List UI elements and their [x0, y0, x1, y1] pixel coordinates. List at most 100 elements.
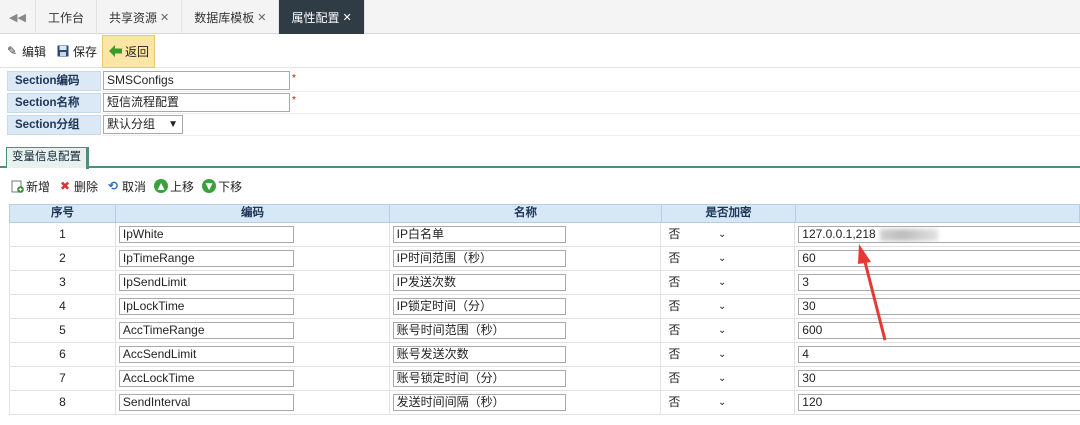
move-down-label: 下移	[218, 179, 243, 194]
cancel-button[interactable]: ⟲ 取消	[106, 178, 146, 195]
encrypted-value: 否	[668, 227, 681, 241]
value-cell: 3	[795, 271, 1080, 294]
encrypted-value: 否	[668, 275, 681, 289]
form-row-code: Section编码 SMSConfigs *	[0, 70, 1080, 92]
value-cell: 120	[795, 391, 1080, 414]
value-input[interactable]: 60	[798, 250, 1080, 267]
code-input[interactable]: AccTimeRange	[118, 322, 294, 339]
section-code-input[interactable]: SMSConfigs	[103, 71, 290, 90]
value-input[interactable]: 3	[798, 274, 1080, 291]
name-input[interactable]: IP白名单	[392, 226, 566, 243]
chevron-down-icon: ⌄	[718, 349, 727, 360]
tab-database-template[interactable]: 数据库模板 ✕	[182, 0, 280, 34]
back-button[interactable]: 返回	[102, 34, 156, 68]
code-input[interactable]: SendInterval	[118, 394, 294, 411]
encrypted-select[interactable]: 否 ⌄	[664, 226, 728, 243]
value-cell: 4	[795, 343, 1080, 366]
required-mark: *	[292, 95, 296, 106]
encrypted-select[interactable]: 否 ⌄	[664, 370, 728, 387]
code-input[interactable]: IpLockTime	[118, 298, 294, 315]
value-text: 120	[802, 395, 823, 409]
value-cell: 30	[795, 295, 1080, 318]
encrypted-select[interactable]: 否 ⌄	[664, 298, 728, 315]
tab-property-config[interactable]: 属性配置 ✕	[279, 0, 365, 34]
name-input[interactable]: 账号锁定时间（分）	[392, 370, 566, 387]
name-input[interactable]: 发送时间间隔（秒）	[392, 394, 566, 411]
grid-header: 序号 编码 名称 是否加密	[9, 204, 1080, 223]
encrypted-value: 否	[668, 323, 681, 337]
section-name-label: Section名称	[7, 93, 101, 113]
grid-toolbar: 新增 ✖ 删除 ⟲ 取消 ▲ 上移 ▼ 下移	[0, 172, 1080, 200]
move-down-button[interactable]: ▼ 下移	[202, 178, 242, 195]
encrypted-select[interactable]: 否 ⌄	[664, 394, 728, 411]
value-input[interactable]: 4	[798, 346, 1080, 363]
encrypted-select[interactable]: 否 ⌄	[664, 322, 728, 339]
section-group-label: Section分组	[7, 115, 101, 135]
section-group-select[interactable]: 默认分组 ▼	[103, 115, 183, 134]
chevron-down-icon: ⌄	[718, 373, 727, 384]
name-input[interactable]: IP时间范围（秒）	[392, 250, 566, 267]
encrypted-cell: 否 ⌄	[661, 247, 796, 270]
form-row-name: Section名称 短信流程配置 *	[0, 92, 1080, 114]
value-input[interactable]: 120	[798, 394, 1080, 411]
edit-label: 编辑	[22, 44, 47, 59]
delete-button[interactable]: ✖ 删除	[58, 178, 98, 195]
name-cell: IP发送次数	[390, 271, 662, 294]
encrypted-cell: 否 ⌄	[661, 271, 796, 294]
name-input[interactable]: 账号时间范围（秒）	[392, 322, 566, 339]
table-row: 3 IpSendLimit IP发送次数否 ⌄ 3	[9, 271, 1080, 295]
name-cell: 账号时间范围（秒）	[390, 319, 662, 342]
code-cell: AccTimeRange	[116, 319, 390, 342]
main-toolbar: ✎ 编辑 保存 返回	[0, 34, 1080, 68]
code-input[interactable]: AccSendLimit	[118, 346, 294, 363]
table-row: 2 IpTimeRange IP时间范围（秒）否 ⌄ 60	[9, 247, 1080, 271]
double-chevron-left-icon[interactable]: ◀◀	[0, 0, 36, 34]
close-icon[interactable]: ✕	[343, 11, 352, 24]
code-cell: IpLockTime	[116, 295, 390, 318]
encrypted-select[interactable]: 否 ⌄	[664, 250, 728, 267]
table-row: 8 SendInterval 发送时间间隔（秒）否 ⌄ 120	[9, 391, 1080, 415]
save-button[interactable]: 保存	[51, 35, 102, 68]
encrypted-select[interactable]: 否 ⌄	[664, 346, 728, 363]
back-arrow-icon	[108, 44, 122, 58]
tab-variable-config[interactable]: 变量信息配置	[6, 147, 89, 169]
name-input[interactable]: 账号发送次数	[392, 346, 566, 363]
value-cell: 127.0.0.1,218	[795, 223, 1080, 246]
delete-label: 删除	[74, 179, 99, 194]
close-icon[interactable]: ✕	[257, 11, 266, 24]
code-input[interactable]: IpWhite	[118, 226, 294, 243]
tab-shared-resources[interactable]: 共享资源 ✕	[97, 0, 183, 34]
value-text: 4	[802, 347, 809, 361]
code-cell: SendInterval	[116, 391, 390, 414]
tab-bar: ◀◀ 工作台 共享资源 ✕ 数据库模板 ✕ 属性配置 ✕	[0, 0, 1080, 34]
encrypted-value: 否	[668, 371, 681, 385]
code-input[interactable]: IpSendLimit	[118, 274, 294, 291]
section-name-input[interactable]: 短信流程配置	[103, 93, 290, 112]
encrypted-value: 否	[668, 347, 681, 361]
encrypted-value: 否	[668, 395, 681, 409]
edit-button[interactable]: ✎ 编辑	[0, 35, 51, 68]
chevron-down-icon: ⌄	[718, 301, 727, 312]
value-input[interactable]: 30	[798, 370, 1080, 387]
name-cell: IP锁定时间（分）	[390, 295, 662, 318]
tab-workbench[interactable]: 工作台	[36, 0, 98, 34]
header-index: 序号	[10, 205, 116, 222]
code-input[interactable]: AccLockTime	[118, 370, 294, 387]
value-input[interactable]: 600	[798, 322, 1080, 339]
add-button[interactable]: 新增	[10, 178, 50, 195]
arrow-down-icon: ▼	[202, 179, 217, 193]
encrypted-select[interactable]: 否 ⌄	[664, 274, 728, 291]
move-up-button[interactable]: ▲ 上移	[154, 178, 194, 195]
name-input[interactable]: IP锁定时间（分）	[392, 298, 566, 315]
value-input[interactable]: 30	[798, 298, 1080, 315]
name-input[interactable]: IP发送次数	[392, 274, 566, 291]
code-input[interactable]: IpTimeRange	[118, 250, 294, 267]
table-row: 6 AccSendLimit 账号发送次数否 ⌄ 4	[9, 343, 1080, 367]
code-cell: AccLockTime	[116, 367, 390, 390]
close-icon[interactable]: ✕	[160, 11, 169, 24]
tab-label: 工作台	[48, 10, 85, 25]
value-input[interactable]: 127.0.0.1,218	[798, 226, 1080, 243]
table-row: 4 IpLockTime IP锁定时间（分）否 ⌄ 30	[9, 295, 1080, 319]
header-encrypted: 是否加密	[662, 205, 796, 222]
name-cell: IP白名单	[390, 223, 662, 246]
